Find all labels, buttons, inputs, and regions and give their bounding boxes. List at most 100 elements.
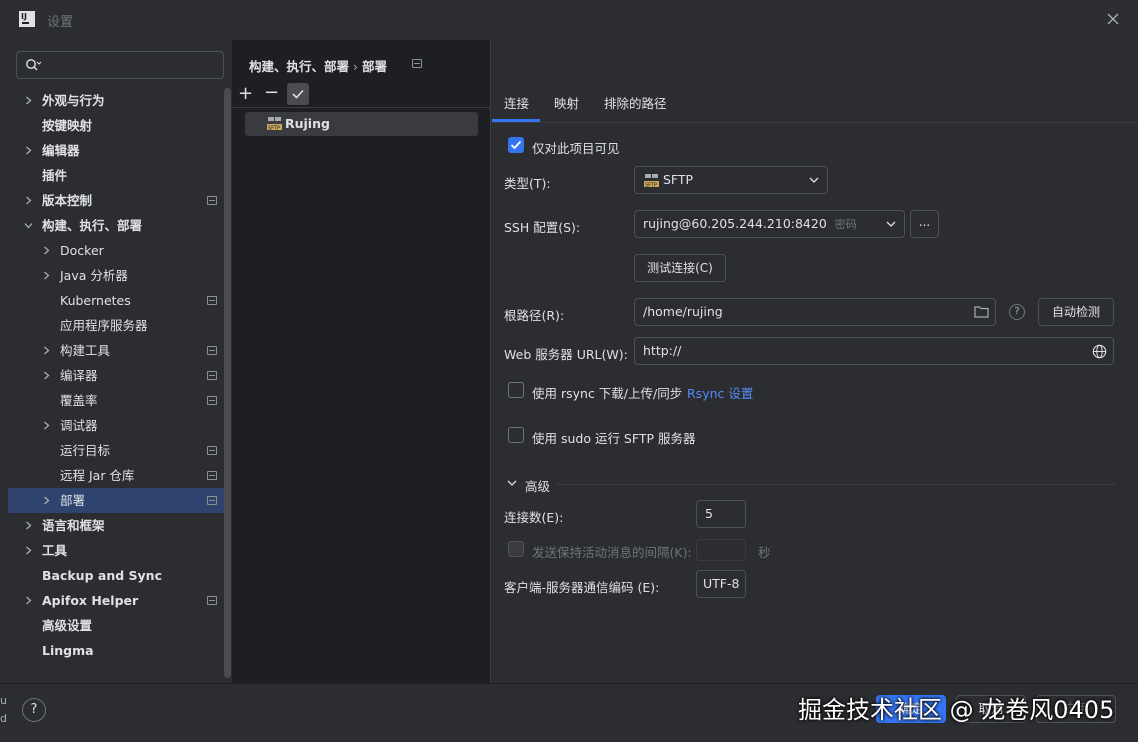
server-list-item[interactable]: SFTP Rujing: [245, 112, 478, 136]
search-input[interactable]: [16, 51, 224, 79]
ssh-config-label: SSH 配置(S):: [504, 220, 581, 235]
project-scope-icon: [207, 446, 217, 455]
chevron-down-icon: [809, 176, 819, 184]
chevron-right-icon[interactable]: [24, 96, 33, 105]
sidebar-item[interactable]: 覆盖率: [8, 388, 230, 413]
chevron-right-icon[interactable]: [24, 596, 33, 605]
sidebar-item[interactable]: 高级设置: [8, 613, 230, 638]
type-value: SFTP: [663, 172, 694, 187]
type-select[interactable]: SFTP SFTP: [634, 166, 828, 194]
sidebar-item[interactable]: 语言和框架: [8, 513, 230, 538]
breadcrumb-separator: ›: [353, 59, 359, 74]
chevron-right-icon[interactable]: [24, 146, 33, 155]
chevron-down-icon[interactable]: [507, 479, 517, 487]
add-server-button[interactable]: +: [238, 85, 253, 103]
sidebar-item[interactable]: 运行目标: [8, 438, 230, 463]
web-server-url-input[interactable]: http://: [634, 337, 1114, 365]
tab-mappings[interactable]: 映射: [554, 93, 579, 112]
close-icon[interactable]: [1106, 12, 1120, 26]
window-title: 设置: [47, 15, 74, 30]
project-scope-icon: [207, 496, 217, 505]
chevron-right-icon[interactable]: [42, 371, 51, 380]
sidebar-item[interactable]: Apifox Helper: [8, 588, 230, 613]
sidebar-item-label: Backup and Sync: [42, 568, 162, 583]
sidebar-item-label: 远程 Jar 仓库: [60, 468, 135, 483]
sidebar-item-label: 工具: [42, 543, 68, 558]
rsync-settings-link[interactable]: Rsync 设置: [687, 383, 753, 402]
title-bar: [0, 0, 1138, 40]
globe-icon[interactable]: [1092, 344, 1107, 359]
sidebar-item-label: 高级设置: [42, 618, 93, 633]
divider: [232, 107, 490, 108]
sidebar-item-label: 语言和框架: [42, 518, 105, 533]
sidebar-item-label: 部署: [60, 493, 86, 508]
project-scope-icon: [207, 346, 217, 355]
sidebar-item[interactable]: 插件: [8, 163, 230, 188]
check-icon: [291, 87, 305, 101]
sidebar-item[interactable]: Docker: [8, 238, 230, 263]
sidebar-item-label: 编辑器: [42, 143, 80, 158]
app-logo-icon: IJ: [19, 11, 35, 27]
ssh-config-more-button[interactable]: ...: [910, 210, 939, 238]
chevron-right-icon[interactable]: [24, 546, 33, 555]
root-path-input[interactable]: /home/rujing: [634, 298, 996, 326]
sidebar-item[interactable]: 构建、执行、部署: [8, 213, 230, 238]
keepalive-input[interactable]: [696, 539, 746, 561]
nav-scrollbar[interactable]: [224, 88, 231, 678]
use-sudo-checkbox[interactable]: [508, 427, 524, 443]
connection-count-input[interactable]: 5: [696, 500, 746, 528]
ssh-config-select[interactable]: rujing@60.205.244.210:8420 密码: [634, 210, 905, 238]
chevron-right-icon[interactable]: [24, 521, 33, 530]
sidebar-item[interactable]: 外观与行为: [8, 88, 230, 113]
advanced-section-title[interactable]: 高级: [525, 476, 550, 495]
visible-only-checkbox[interactable]: [508, 137, 524, 153]
sidebar-item-label: Java 分析器: [60, 268, 128, 283]
ssh-config-value: rujing@60.205.244.210:8420: [643, 216, 827, 231]
watermark: 掘金技术社区 @ 龙卷风0405: [798, 696, 1115, 724]
sidebar-item[interactable]: Lingma: [8, 638, 230, 663]
sidebar-item[interactable]: Java 分析器: [8, 263, 230, 288]
chevron-right-icon[interactable]: [42, 496, 51, 505]
tab-connection[interactable]: 连接: [504, 93, 529, 112]
sidebar-item-label: Kubernetes: [60, 293, 131, 308]
sidebar-item[interactable]: 编译器: [8, 363, 230, 388]
sidebar-item[interactable]: 版本控制: [8, 188, 230, 213]
use-rsync-checkbox[interactable]: [508, 382, 524, 398]
sidebar-item[interactable]: 构建工具: [8, 338, 230, 363]
sidebar-item-label: 运行目标: [60, 443, 111, 458]
sidebar-item[interactable]: 按键映射: [8, 113, 230, 138]
sidebar-item[interactable]: 远程 Jar 仓库: [8, 463, 230, 488]
sidebar-item[interactable]: 应用程序服务器: [8, 313, 230, 338]
sidebar-item[interactable]: 调试器: [8, 413, 230, 438]
keepalive-checkbox[interactable]: [508, 541, 524, 557]
sidebar-item-label: 构建、执行、部署: [42, 218, 143, 233]
encoding-value: UTF-8: [703, 576, 740, 591]
test-connection-button[interactable]: 测试连接(C): [634, 254, 726, 282]
help-button[interactable]: ?: [22, 698, 46, 722]
set-default-button[interactable]: [287, 83, 309, 105]
divider: [491, 122, 1138, 123]
chevron-right-icon[interactable]: [42, 246, 51, 255]
sidebar-item[interactable]: 编辑器: [8, 138, 230, 163]
folder-icon[interactable]: [974, 305, 989, 318]
sidebar-item[interactable]: Backup and Sync: [8, 563, 230, 588]
sidebar-item-label: 构建工具: [60, 343, 111, 358]
encoding-select[interactable]: UTF-8: [696, 570, 746, 598]
sidebar-item-label: 插件: [42, 168, 68, 183]
remove-server-button[interactable]: −: [264, 84, 279, 102]
chevron-right-icon[interactable]: [42, 271, 51, 280]
sidebar-item[interactable]: 部署: [8, 488, 230, 513]
chevron-right-icon[interactable]: [24, 196, 33, 205]
chevron-right-icon[interactable]: [42, 346, 51, 355]
help-icon[interactable]: ?: [1009, 304, 1025, 320]
tab-excluded-paths[interactable]: 排除的路径: [604, 93, 667, 112]
sidebar-item[interactable]: 工具: [8, 538, 230, 563]
remove-icon: −: [264, 82, 280, 103]
autodetect-button[interactable]: 自动检测: [1038, 298, 1114, 326]
root-path-label: 根路径(R):: [504, 308, 565, 323]
breadcrumb-parent[interactable]: 构建、执行、部署: [249, 59, 349, 74]
sftp-server-icon: SFTP: [267, 116, 282, 131]
sidebar-item[interactable]: Kubernetes: [8, 288, 230, 313]
chevron-down-icon[interactable]: [24, 221, 33, 230]
chevron-right-icon[interactable]: [42, 421, 51, 430]
